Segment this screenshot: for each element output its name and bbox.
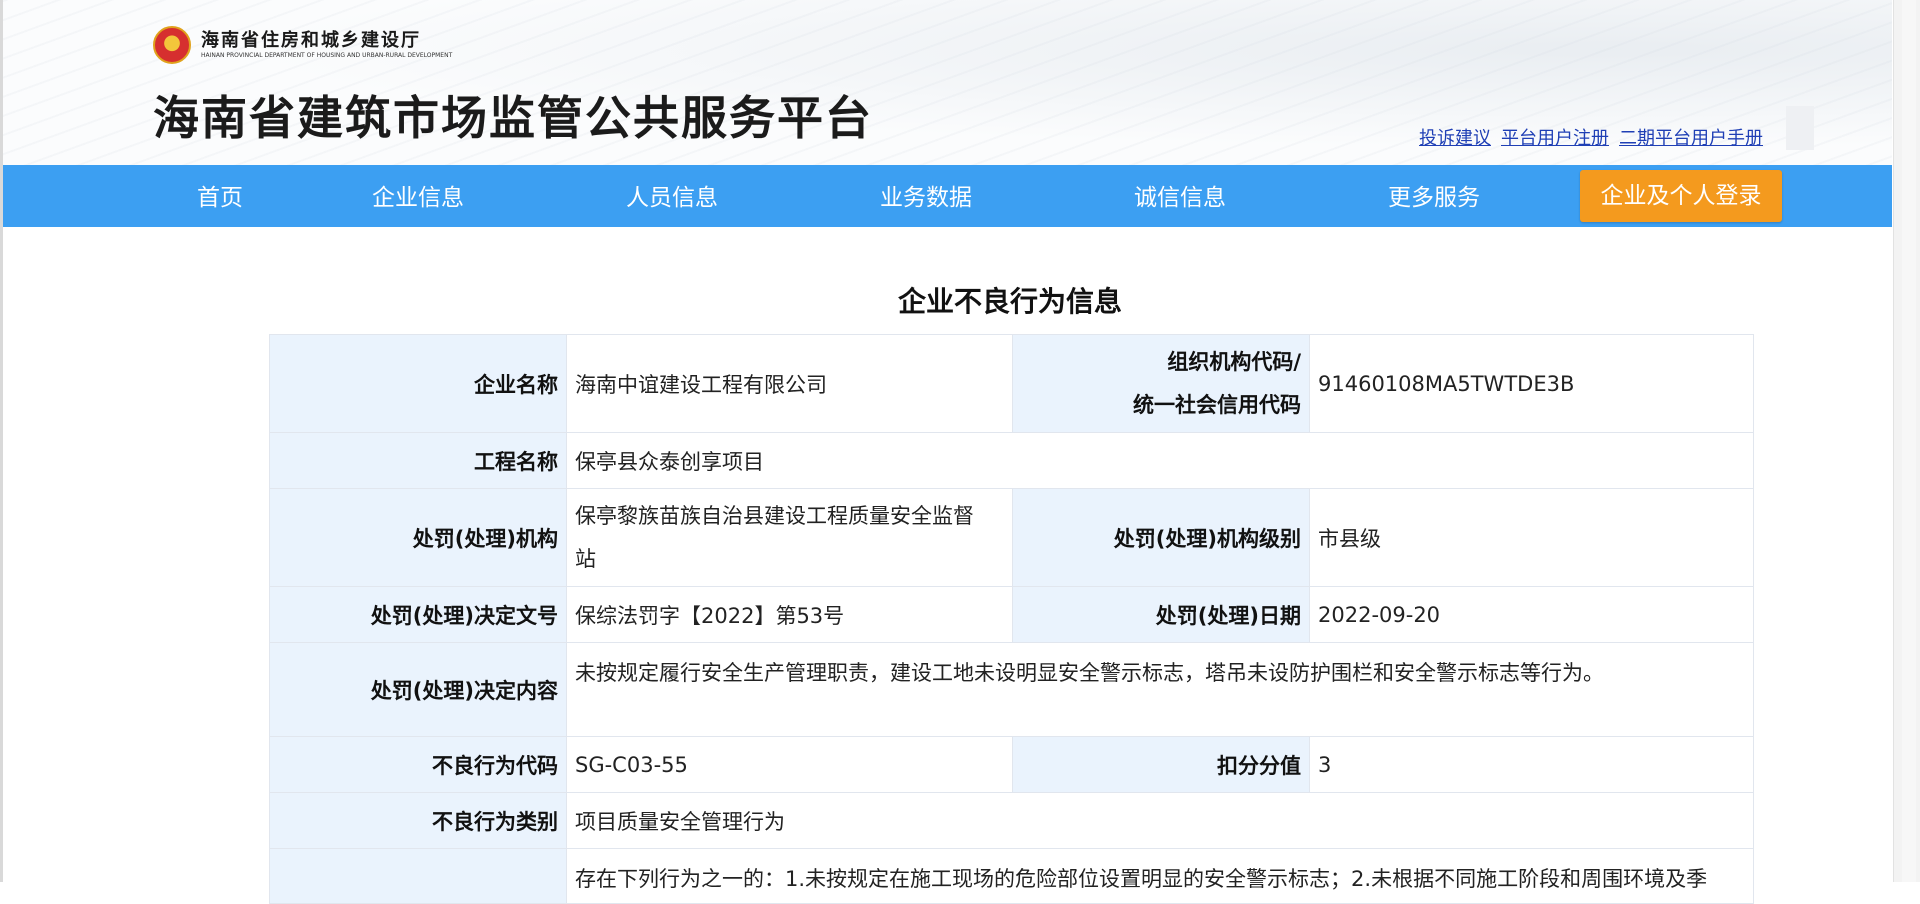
- site-header: 海南省住房和城乡建设厅 HAINAN PROVINCIAL DEPARTMENT…: [3, 0, 1892, 165]
- nav-item-personnel[interactable]: 人员信息: [626, 165, 718, 227]
- project-name-label: 工程名称: [269, 432, 567, 489]
- header-corner-panel: [1786, 106, 1814, 150]
- penalty-org-line1: 保亭黎族苗族自治县建设工程质量安全监督: [575, 503, 974, 528]
- decision-no-value: 保综法罚字【2022】第53号: [566, 586, 1013, 643]
- penalty-level-value: 市县级: [1309, 488, 1754, 587]
- behavior-type-value: 项目质量安全管理行为: [566, 792, 1754, 849]
- national-emblem-icon: [153, 26, 191, 64]
- behavior-code-label: 不良行为代码: [269, 736, 567, 793]
- penalty-org-label: 处罚(处理)机构: [269, 488, 567, 587]
- scrollbar-thumb[interactable]: [1902, 0, 1916, 882]
- penalty-org-line2: 站: [575, 546, 596, 571]
- user-manual-link[interactable]: 二期平台用户手册: [1619, 124, 1763, 150]
- table-row: 不良行为类别 项目质量安全管理行为: [269, 792, 1754, 849]
- decision-content-label: 处罚(处理)决定内容: [269, 642, 567, 737]
- top-links: 投诉建议 平台用户注册 二期平台用户手册: [1419, 124, 1763, 150]
- company-name-label: 企业名称: [269, 334, 567, 433]
- login-button[interactable]: 企业及个人登录: [1580, 170, 1782, 222]
- company-name-value: 海南中谊建设工程有限公司: [566, 334, 1013, 433]
- nav-item-more-services[interactable]: 更多服务: [1388, 165, 1480, 227]
- project-name-value: 保亭县众泰创享项目: [566, 432, 1754, 489]
- org-code-label-line1: 组织机构代码/: [1167, 349, 1301, 374]
- penalty-date-label: 处罚(处理)日期: [1012, 586, 1310, 643]
- deduction-label: 扣分分值: [1012, 736, 1310, 793]
- table-row: 工程名称 保亭县众泰创享项目: [269, 432, 1754, 489]
- behavior-criteria-label: [269, 848, 567, 904]
- deduction-value: 3: [1309, 736, 1754, 793]
- table-row: 处罚(处理)决定内容 未按规定履行安全生产管理职责，建设工地未设明显安全警示标志…: [269, 642, 1754, 737]
- complaint-link[interactable]: 投诉建议: [1419, 124, 1491, 150]
- department-name-en: HAINAN PROVINCIAL DEPARTMENT OF HOUSING …: [201, 52, 453, 59]
- table-row: 企业名称 海南中谊建设工程有限公司 组织机构代码/ 统一社会信用代码 91460…: [269, 334, 1754, 433]
- nav-item-credit[interactable]: 诚信信息: [1134, 165, 1226, 227]
- penalty-date-value: 2022-09-20: [1309, 586, 1754, 643]
- site-title: 海南省建筑市场监管公共服务平台: [153, 91, 873, 145]
- table-row: 不良行为代码 SG-C03-55 扣分分值 3: [269, 736, 1754, 793]
- nav-item-business-data[interactable]: 业务数据: [880, 165, 972, 227]
- org-code-label-line2: 统一社会信用代码: [1133, 392, 1301, 417]
- table-row: 处罚(处理)机构 保亭黎族苗族自治县建设工程质量安全监督 站 处罚(处理)机构级…: [269, 488, 1754, 587]
- main-nav: 首页 企业信息 人员信息 业务数据 诚信信息 更多服务 企业及个人登录: [3, 165, 1892, 227]
- table-row: 存在下列行为之一的：1.未按规定在施工现场的危险部位设置明显的安全警示标志；2.…: [269, 848, 1754, 904]
- bad-behavior-table: 企业名称 海南中谊建设工程有限公司 组织机构代码/ 统一社会信用代码 91460…: [269, 334, 1754, 904]
- behavior-type-label: 不良行为类别: [269, 792, 567, 849]
- behavior-criteria-value: 存在下列行为之一的：1.未按规定在施工现场的危险部位设置明显的安全警示标志；2.…: [566, 848, 1754, 904]
- nav-item-companies[interactable]: 企业信息: [372, 165, 464, 227]
- penalty-org-value: 保亭黎族苗族自治县建设工程质量安全监督 站: [566, 488, 1013, 587]
- org-code-label: 组织机构代码/ 统一社会信用代码: [1012, 334, 1310, 433]
- department-name-cn: 海南省住房和城乡建设厅: [201, 30, 421, 51]
- register-link[interactable]: 平台用户注册: [1501, 124, 1609, 150]
- decision-content-value: 未按规定履行安全生产管理职责，建设工地未设明显安全警示标志，塔吊未设防护围栏和安…: [566, 642, 1754, 737]
- org-code-value: 91460108MA5TWTDE3B: [1309, 334, 1754, 433]
- department-logo[interactable]: 海南省住房和城乡建设厅 HAINAN PROVINCIAL DEPARTMENT…: [153, 26, 452, 64]
- penalty-level-label: 处罚(处理)机构级别: [1012, 488, 1310, 587]
- table-row: 处罚(处理)决定文号 保综法罚字【2022】第53号 处罚(处理)日期 2022…: [269, 586, 1754, 643]
- department-name-block: 海南省住房和城乡建设厅 HAINAN PROVINCIAL DEPARTMENT…: [201, 30, 452, 60]
- nav-item-home[interactable]: 首页: [197, 165, 243, 227]
- decision-no-label: 处罚(处理)决定文号: [269, 586, 567, 643]
- page-title: 企业不良行为信息: [897, 285, 1122, 318]
- vertical-scrollbar[interactable]: [1893, 0, 1920, 882]
- behavior-code-value: SG-C03-55: [566, 736, 1013, 793]
